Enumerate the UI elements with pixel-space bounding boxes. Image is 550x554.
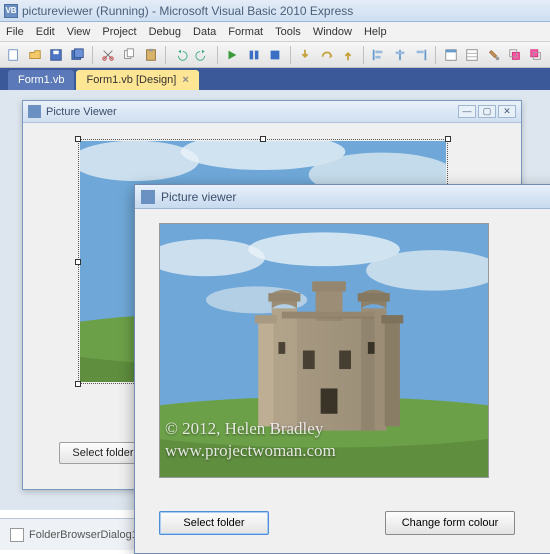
copy-icon[interactable]	[120, 45, 139, 65]
app-title: pictureviewer (Running) - Microsoft Visu…	[22, 4, 353, 18]
start-debug-icon[interactable]	[223, 45, 242, 65]
app-icon: VB	[4, 4, 18, 18]
step-into-icon[interactable]	[296, 45, 315, 65]
select-folder-button[interactable]: Select folder	[159, 511, 269, 535]
stop-debug-icon[interactable]	[265, 45, 284, 65]
cut-icon[interactable]	[98, 45, 117, 65]
app-titlebar: VB pictureviewer (Running) - Microsoft V…	[0, 0, 550, 22]
menu-tools[interactable]: Tools	[275, 26, 301, 38]
resize-handle[interactable]	[260, 136, 266, 142]
tab-label: Form1.vb [Design]	[86, 74, 176, 86]
save-all-icon[interactable]	[68, 45, 87, 65]
menubar: File Edit View Project Debug Data Format…	[0, 22, 550, 42]
picturebox-runtime	[159, 223, 489, 478]
close-tab-icon[interactable]: ×	[182, 74, 188, 86]
component-label[interactable]: FolderBrowserDialog1	[29, 529, 138, 541]
toolbar	[0, 42, 550, 68]
resize-handle[interactable]	[75, 381, 81, 387]
tab-label: Form1.vb	[18, 74, 64, 86]
break-icon[interactable]	[244, 45, 263, 65]
bring-to-front-icon[interactable]	[505, 45, 524, 65]
align-right-icon[interactable]	[411, 45, 430, 65]
paste-icon[interactable]	[141, 45, 160, 65]
step-out-icon[interactable]	[338, 45, 357, 65]
menu-window[interactable]: Window	[313, 26, 352, 38]
tab-form1-design[interactable]: Form1.vb [Design] ×	[76, 70, 198, 90]
new-project-icon[interactable]	[4, 45, 23, 65]
menu-file[interactable]: File	[6, 26, 24, 38]
runtime-window[interactable]: Picture viewer Select folder Change form…	[134, 184, 550, 554]
redo-icon[interactable]	[192, 45, 211, 65]
runtime-titlebar[interactable]: Picture viewer	[135, 185, 550, 209]
maximize-icon[interactable]: ▢	[478, 105, 496, 118]
toolbox-icon[interactable]	[484, 45, 503, 65]
design-form-titlebar: Picture Viewer — ▢ ✕	[23, 101, 521, 123]
runtime-title: Picture viewer	[161, 190, 236, 204]
save-icon[interactable]	[47, 45, 66, 65]
minimize-icon[interactable]: —	[458, 105, 476, 118]
properties-icon[interactable]	[463, 45, 482, 65]
align-left-icon[interactable]	[369, 45, 388, 65]
resize-handle[interactable]	[445, 136, 451, 142]
menu-data[interactable]: Data	[193, 26, 216, 38]
form-icon	[28, 105, 41, 118]
undo-icon[interactable]	[171, 45, 190, 65]
align-center-icon[interactable]	[390, 45, 409, 65]
form-icon	[141, 190, 155, 204]
solution-explorer-icon[interactable]	[441, 45, 460, 65]
close-icon[interactable]: ✕	[498, 105, 516, 118]
document-tabs: Form1.vb Form1.vb [Design] ×	[0, 68, 550, 90]
menu-project[interactable]: Project	[102, 26, 136, 38]
step-over-icon[interactable]	[317, 45, 336, 65]
menu-format[interactable]: Format	[228, 26, 263, 38]
resize-handle[interactable]	[75, 259, 81, 265]
folderbrowserdialog-icon[interactable]	[10, 528, 24, 542]
tab-form1-code[interactable]: Form1.vb	[8, 70, 74, 90]
send-to-back-icon[interactable]	[527, 45, 546, 65]
menu-help[interactable]: Help	[364, 26, 387, 38]
menu-edit[interactable]: Edit	[36, 26, 55, 38]
menu-view[interactable]: View	[67, 26, 91, 38]
resize-handle[interactable]	[75, 136, 81, 142]
change-form-colour-button[interactable]: Change form colour	[385, 511, 515, 535]
design-form-title: Picture Viewer	[46, 106, 117, 118]
menu-debug[interactable]: Debug	[149, 26, 181, 38]
open-icon[interactable]	[25, 45, 44, 65]
